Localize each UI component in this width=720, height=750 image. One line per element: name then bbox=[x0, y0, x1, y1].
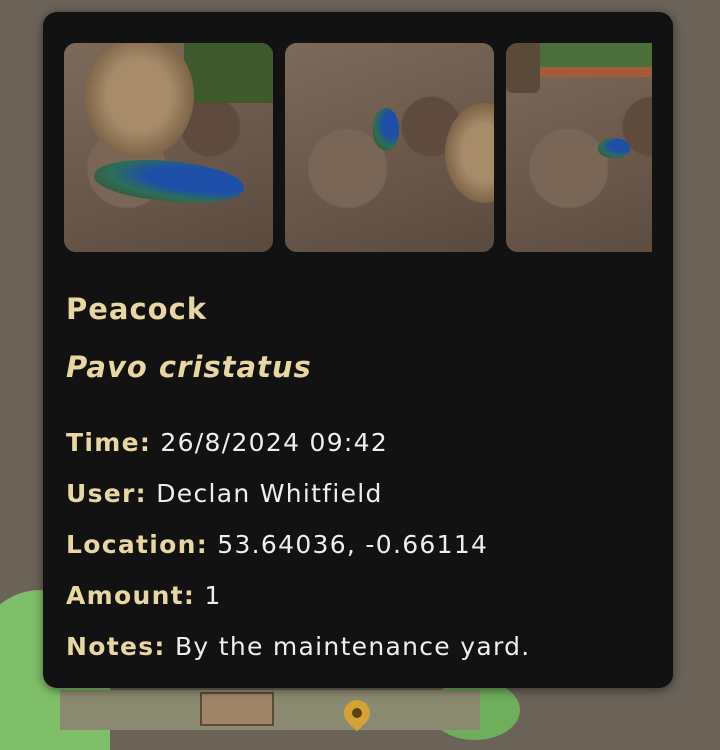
detail-label: User: bbox=[66, 479, 147, 508]
photo-thumbnail[interactable] bbox=[64, 43, 273, 252]
detail-value: By the maintenance yard. bbox=[174, 632, 531, 661]
observation-details: Time: 26/8/2024 09:42 User: Declan Whitf… bbox=[66, 425, 531, 680]
photo-gallery[interactable] bbox=[64, 43, 652, 253]
detail-user: User: Declan Whitfield bbox=[66, 476, 531, 527]
photo-thumbnail[interactable] bbox=[506, 43, 652, 252]
species-scientific-name: Pavo cristatus bbox=[66, 350, 312, 384]
detail-value: 53.64036, -0.66114 bbox=[217, 530, 489, 559]
detail-value: Declan Whitfield bbox=[156, 479, 383, 508]
detail-label: Time: bbox=[66, 428, 152, 457]
detail-label: Location: bbox=[66, 530, 208, 559]
detail-value: 26/8/2024 09:42 bbox=[160, 428, 389, 457]
species-common-name: Peacock bbox=[66, 292, 208, 326]
detail-notes: Notes: By the maintenance yard. bbox=[66, 629, 531, 680]
detail-value: 1 bbox=[204, 581, 222, 610]
map-building bbox=[200, 692, 274, 726]
detail-label: Amount: bbox=[66, 581, 196, 610]
detail-time: Time: 26/8/2024 09:42 bbox=[66, 425, 531, 476]
detail-location: Location: 53.64036, -0.66114 bbox=[66, 527, 531, 578]
detail-label: Notes: bbox=[66, 632, 166, 661]
detail-amount: Amount: 1 bbox=[66, 578, 531, 629]
photo-thumbnail[interactable] bbox=[285, 43, 494, 252]
observation-popup: Peacock Pavo cristatus Time: 26/8/2024 0… bbox=[43, 12, 673, 688]
